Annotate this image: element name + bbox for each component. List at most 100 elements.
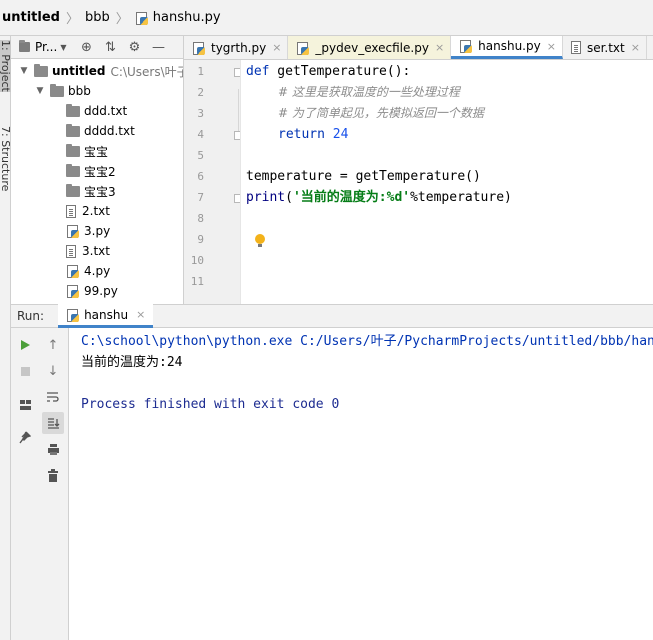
tree-item-label: dddd.txt	[84, 124, 135, 138]
editor-tab[interactable]: _pydev_execfile.py ×	[288, 36, 452, 59]
pin-button[interactable]	[14, 426, 36, 448]
python-file-icon	[66, 308, 80, 322]
text-file-icon	[66, 204, 76, 218]
tree-item[interactable]: ▼ bbb	[35, 81, 91, 101]
editor-tab[interactable]: ser.txt ×	[563, 36, 647, 59]
line-number: 1	[197, 65, 204, 78]
run-toolbar: ↑ ↓	[11, 328, 69, 640]
layout-button[interactable]	[14, 394, 36, 416]
line-number: 2	[197, 86, 204, 99]
tree-item-label: 4.py	[84, 264, 111, 278]
editor-tab-label: hanshu.py	[478, 39, 541, 53]
scroll-to-end-icon	[47, 417, 59, 429]
scroll-down-button[interactable]: ↓	[42, 360, 64, 382]
tree-item[interactable]: ddd.txt	[51, 101, 127, 121]
soft-wrap-icon	[47, 392, 59, 402]
project-view-selector[interactable]: Pr... ▼	[19, 40, 66, 54]
line-number: 8	[197, 212, 204, 225]
breadcrumb-file[interactable]: hanshu.py	[153, 10, 221, 25]
project-panel-title: Pr...	[35, 40, 58, 54]
expand-arrow-icon: ▼	[36, 86, 44, 96]
lightbulb-icon[interactable]	[254, 234, 266, 248]
line-number: 4	[197, 128, 204, 141]
tree-item-label: untitled	[52, 64, 106, 78]
breadcrumb: untitled 〉 bbb 〉 hanshu.py	[0, 0, 653, 36]
tree-item[interactable]: ▼ untitled C:\Users\叶子	[19, 61, 183, 81]
stop-button[interactable]	[14, 360, 36, 382]
fold-marker-icon[interactable]	[234, 194, 240, 203]
globe-icon[interactable]: ⊕	[74, 37, 98, 57]
scroll-to-end-button[interactable]	[42, 412, 64, 434]
code-line-6: temperature = getTemperature()	[246, 169, 481, 184]
layout-icon	[19, 400, 31, 410]
tree-item-label: 2.txt	[82, 204, 110, 218]
fold-guide	[238, 89, 239, 110]
tree-item[interactable]: 3.txt	[51, 241, 110, 261]
tree-item[interactable]: 宝宝3	[51, 181, 116, 201]
line-number: 3	[197, 107, 204, 120]
folder-icon	[66, 103, 80, 117]
breadcrumb-folder[interactable]: bbb	[85, 10, 110, 25]
folder-icon	[50, 83, 64, 97]
editor-gutter: 1 2 3 4 5 6 7 8 9 10 11	[184, 60, 241, 304]
expand-arrow-icon: ▼	[20, 66, 28, 76]
minimize-icon[interactable]: —	[146, 37, 170, 57]
fold-marker-icon[interactable]	[234, 131, 240, 140]
tree-item-label: 3.txt	[82, 244, 110, 258]
close-icon[interactable]: ×	[631, 41, 640, 54]
gear-icon[interactable]: ⚙	[122, 37, 146, 57]
clear-button[interactable]	[42, 464, 64, 486]
run-console[interactable]: C:\school\python\python.exe C:/Users/叶子/…	[69, 328, 653, 640]
tree-item-label: ddd.txt	[84, 104, 128, 118]
fold-marker-icon[interactable]	[234, 68, 240, 77]
tree-item[interactable]: 宝宝	[51, 141, 108, 161]
python-file-icon	[296, 41, 310, 55]
run-tab-hanshu[interactable]: hanshu ×	[58, 304, 154, 328]
run-label: Run:	[17, 309, 45, 323]
close-icon[interactable]: ×	[272, 41, 281, 54]
tree-item[interactable]: 4.py	[51, 261, 110, 281]
line-number: 7	[197, 191, 204, 204]
tree-item[interactable]: 2.txt	[51, 201, 110, 221]
line-number: 5	[197, 149, 204, 162]
tree-item[interactable]: 3.py	[51, 221, 110, 241]
folder-icon	[66, 123, 80, 137]
tree-item-label: 宝宝2	[84, 164, 116, 179]
tree-item[interactable]: dddd.txt	[51, 121, 135, 141]
breadcrumb-project[interactable]: untitled	[2, 10, 60, 25]
project-panel: Pr... ▼ ⊕ ⇅ ⚙ — ▼ untitled C:\Users\叶子 ▼ bbb…	[11, 36, 184, 304]
python-file-icon	[66, 264, 80, 278]
folder-icon	[66, 143, 80, 157]
tree-item-label: 3.py	[84, 224, 111, 238]
editor-tab-label: tygrth.py	[211, 40, 267, 55]
side-tab-structure[interactable]: 7: Structure	[0, 126, 11, 206]
editor-tab-label: ser.txt	[586, 40, 625, 55]
python-file-icon	[66, 224, 80, 238]
keyword-def: def	[246, 64, 270, 79]
tree-item[interactable]: 99.py	[51, 281, 118, 301]
editor-tab-bar: tygrth.py × _pydev_execfile.py × hanshu.py × s…	[184, 36, 653, 60]
close-icon[interactable]: ×	[435, 41, 444, 54]
python-file-icon	[459, 39, 473, 53]
code-line-1: def getTemperature():	[246, 61, 410, 82]
close-icon[interactable]: ×	[547, 40, 556, 53]
scroll-up-button[interactable]: ↑	[42, 334, 64, 356]
soft-wrap-button[interactable]	[42, 386, 64, 408]
rerun-button[interactable]	[14, 334, 36, 356]
print-button[interactable]	[42, 438, 64, 460]
close-icon[interactable]: ×	[136, 308, 145, 321]
side-tab-project[interactable]: 1: Project	[0, 40, 11, 92]
line-number: 6	[197, 170, 204, 183]
editor-tab[interactable]: tygrth.py ×	[184, 36, 289, 59]
number-literal: 24	[332, 127, 349, 142]
left-tool-strip: 1: Project 7: Structure	[0, 36, 11, 640]
collapse-icon[interactable]: ⇅	[98, 37, 122, 57]
tree-item[interactable]: 宝宝2	[51, 161, 116, 181]
tree-item-label: bbb	[68, 84, 91, 98]
editor-tab[interactable]: hanshu.py ×	[451, 36, 563, 59]
chevron-right-icon: 〉	[65, 12, 79, 27]
text-file-icon	[66, 244, 76, 258]
code-editor[interactable]: def getTemperature(): # 这里是获取温度的一些处理过程 #…	[241, 60, 653, 304]
fold-guide	[238, 110, 239, 131]
console-output-line: 当前的温度为:24	[81, 355, 183, 370]
